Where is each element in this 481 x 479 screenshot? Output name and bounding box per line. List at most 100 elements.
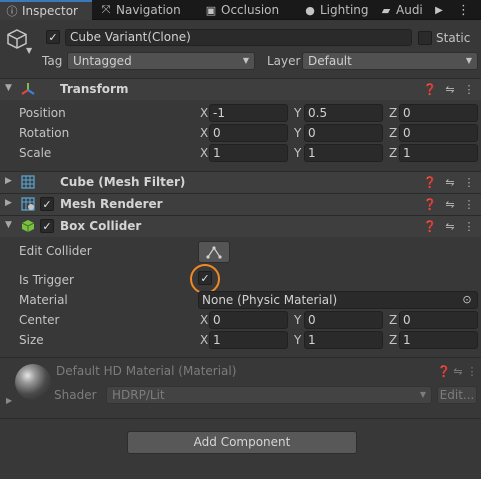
material-title: Default HD Material (Material)	[56, 364, 237, 378]
axis-x-label: X	[200, 106, 209, 120]
edit-bounds-icon	[206, 246, 222, 259]
size-z-field[interactable]: 1	[399, 331, 478, 349]
layer-value: Default	[308, 54, 352, 68]
object-picker-icon[interactable]: ⊙	[460, 293, 474, 307]
center-y-field[interactable]: 0	[304, 311, 383, 329]
transform-header[interactable]: ▼ Transform ❓ ⇋ ⋮	[0, 78, 481, 100]
axis-x-label: X	[200, 333, 209, 347]
context-menu-icon[interactable]: ⋮	[465, 364, 479, 378]
help-icon[interactable]: ❓	[437, 364, 451, 378]
box-collider-icon	[21, 220, 35, 232]
center-z-field[interactable]: 0	[399, 311, 478, 329]
shader-value: HDRP/Lit	[112, 388, 165, 402]
scale-y-field[interactable]: 1	[304, 144, 383, 162]
tab-menu-icon[interactable]: ⋮	[451, 2, 475, 18]
presets-icon[interactable]: ⇋	[443, 175, 457, 189]
tab-lighting[interactable]: ● Lighting	[304, 0, 376, 20]
transform-icon	[21, 83, 35, 95]
scale-x-field[interactable]: 1	[209, 144, 288, 162]
size-y-field[interactable]: 1	[304, 331, 383, 349]
foldout-open-icon[interactable]: ▼	[5, 220, 12, 230]
context-menu-icon[interactable]: ⋮	[462, 219, 476, 233]
is-trigger-label: Is Trigger	[19, 273, 74, 287]
edit-collider-button[interactable]	[198, 241, 230, 263]
tab-audio[interactable]: ▰ Audi	[380, 0, 430, 20]
help-icon[interactable]: ❓	[423, 219, 437, 233]
mesh-renderer-icon	[21, 197, 35, 211]
shader-dropdown[interactable]: HDRP/Lit ▼	[106, 386, 432, 404]
tab-occlusion[interactable]: ▣ Occlusion	[205, 0, 300, 20]
physic-material-field[interactable]: None (Physic Material) ⊙	[198, 291, 478, 309]
cube-object-icon[interactable]	[6, 28, 28, 50]
position-x-field[interactable]: -1	[209, 104, 288, 122]
center-x-field[interactable]: 0	[209, 311, 288, 329]
foldout-closed-icon[interactable]: ▶	[5, 198, 12, 208]
help-icon[interactable]: ❓	[423, 175, 437, 189]
audio-icon: ▰	[381, 3, 391, 17]
presets-icon[interactable]: ⇋	[443, 197, 457, 211]
rotation-x-field[interactable]: 0	[209, 124, 288, 142]
more-tabs-icon[interactable]: ▶	[433, 2, 445, 18]
chevron-down-icon: ▼	[465, 56, 472, 65]
add-component-button[interactable]: Add Component	[127, 431, 357, 454]
static-checkbox[interactable]	[418, 31, 432, 45]
rotation-y-field[interactable]: 0	[304, 124, 383, 142]
axis-z-label: Z	[389, 126, 398, 140]
context-menu-icon[interactable]: ⋮	[462, 197, 476, 211]
axis-z-label: Z	[389, 106, 398, 120]
active-checkbox[interactable]: ✓	[46, 30, 60, 44]
size-x-field[interactable]: 1	[209, 331, 288, 349]
box-collider-enabled-checkbox[interactable]: ✓	[40, 219, 54, 233]
axis-y-label: Y	[294, 126, 302, 140]
axis-x-label: X	[200, 146, 209, 160]
icon-picker-arrow-icon[interactable]: ▼	[26, 46, 32, 55]
presets-icon[interactable]: ⇋	[443, 82, 457, 96]
object-name-field[interactable]: Cube Variant(Clone)	[65, 29, 412, 46]
lighting-icon: ●	[305, 3, 315, 17]
axis-x-label: X	[200, 126, 209, 140]
box-collider-header[interactable]: ▼ ✓ Box Collider ❓ ⇋ ⋮	[0, 215, 481, 237]
occlusion-icon: ▣	[205, 3, 217, 17]
static-label: Static	[436, 31, 471, 45]
edit-shader-button[interactable]: Edit...	[437, 386, 477, 404]
axis-y-label: Y	[294, 146, 302, 160]
axis-y-label: Y	[294, 333, 302, 347]
position-y-field[interactable]: 0.5	[304, 104, 383, 122]
material-section: Default HD Material (Material) ▶ ❓ ⇋ ⋮ S…	[0, 357, 481, 419]
mesh-renderer-header[interactable]: ▶ ✓ Mesh Renderer ❓ ⇋ ⋮	[0, 193, 481, 215]
size-label: Size	[19, 333, 44, 347]
position-label: Position	[19, 106, 66, 120]
axis-z-label: Z	[389, 333, 398, 347]
context-menu-icon[interactable]: ⋮	[462, 175, 476, 189]
presets-icon[interactable]: ⇋	[451, 364, 465, 378]
layer-dropdown[interactable]: Default ▼	[302, 52, 478, 70]
tab-navigation[interactable]: ⤧ Navigation	[100, 0, 196, 20]
mesh-renderer-title: Mesh Renderer	[60, 197, 163, 211]
tab-label: Navigation	[116, 3, 181, 17]
foldout-closed-icon[interactable]: ▶	[5, 176, 12, 186]
scale-label: Scale	[19, 146, 52, 160]
rotation-z-field[interactable]: 0	[399, 124, 478, 142]
scale-z-field[interactable]: 1	[399, 144, 478, 162]
tag-dropdown[interactable]: Untagged ▼	[67, 52, 255, 70]
tab-label: Occlusion	[221, 3, 280, 17]
mesh-filter-title: Cube (Mesh Filter)	[60, 175, 186, 189]
presets-icon[interactable]: ⇋	[443, 219, 457, 233]
axis-z-label: Z	[389, 313, 398, 327]
mesh-renderer-enabled-checkbox[interactable]: ✓	[40, 197, 54, 211]
mesh-filter-header[interactable]: ▶ Cube (Mesh Filter) ❓ ⇋ ⋮	[0, 171, 481, 193]
tab-inspector[interactable]: ⓘ Inspector	[0, 0, 92, 20]
context-menu-icon[interactable]: ⋮	[462, 82, 476, 96]
axis-y-label: Y	[294, 106, 302, 120]
foldout-closed-icon[interactable]: ▶	[6, 396, 12, 405]
edit-collider-label: Edit Collider	[19, 244, 92, 258]
help-icon[interactable]: ❓	[423, 82, 437, 96]
foldout-open-icon[interactable]: ▼	[5, 83, 12, 93]
chevron-down-icon: ▼	[419, 390, 426, 399]
axis-x-label: X	[200, 313, 209, 327]
tab-label: Lighting	[320, 3, 369, 17]
rotation-label: Rotation	[19, 126, 70, 140]
position-z-field[interactable]: 0	[399, 104, 478, 122]
layer-label: Layer	[267, 54, 301, 68]
help-icon[interactable]: ❓	[423, 197, 437, 211]
